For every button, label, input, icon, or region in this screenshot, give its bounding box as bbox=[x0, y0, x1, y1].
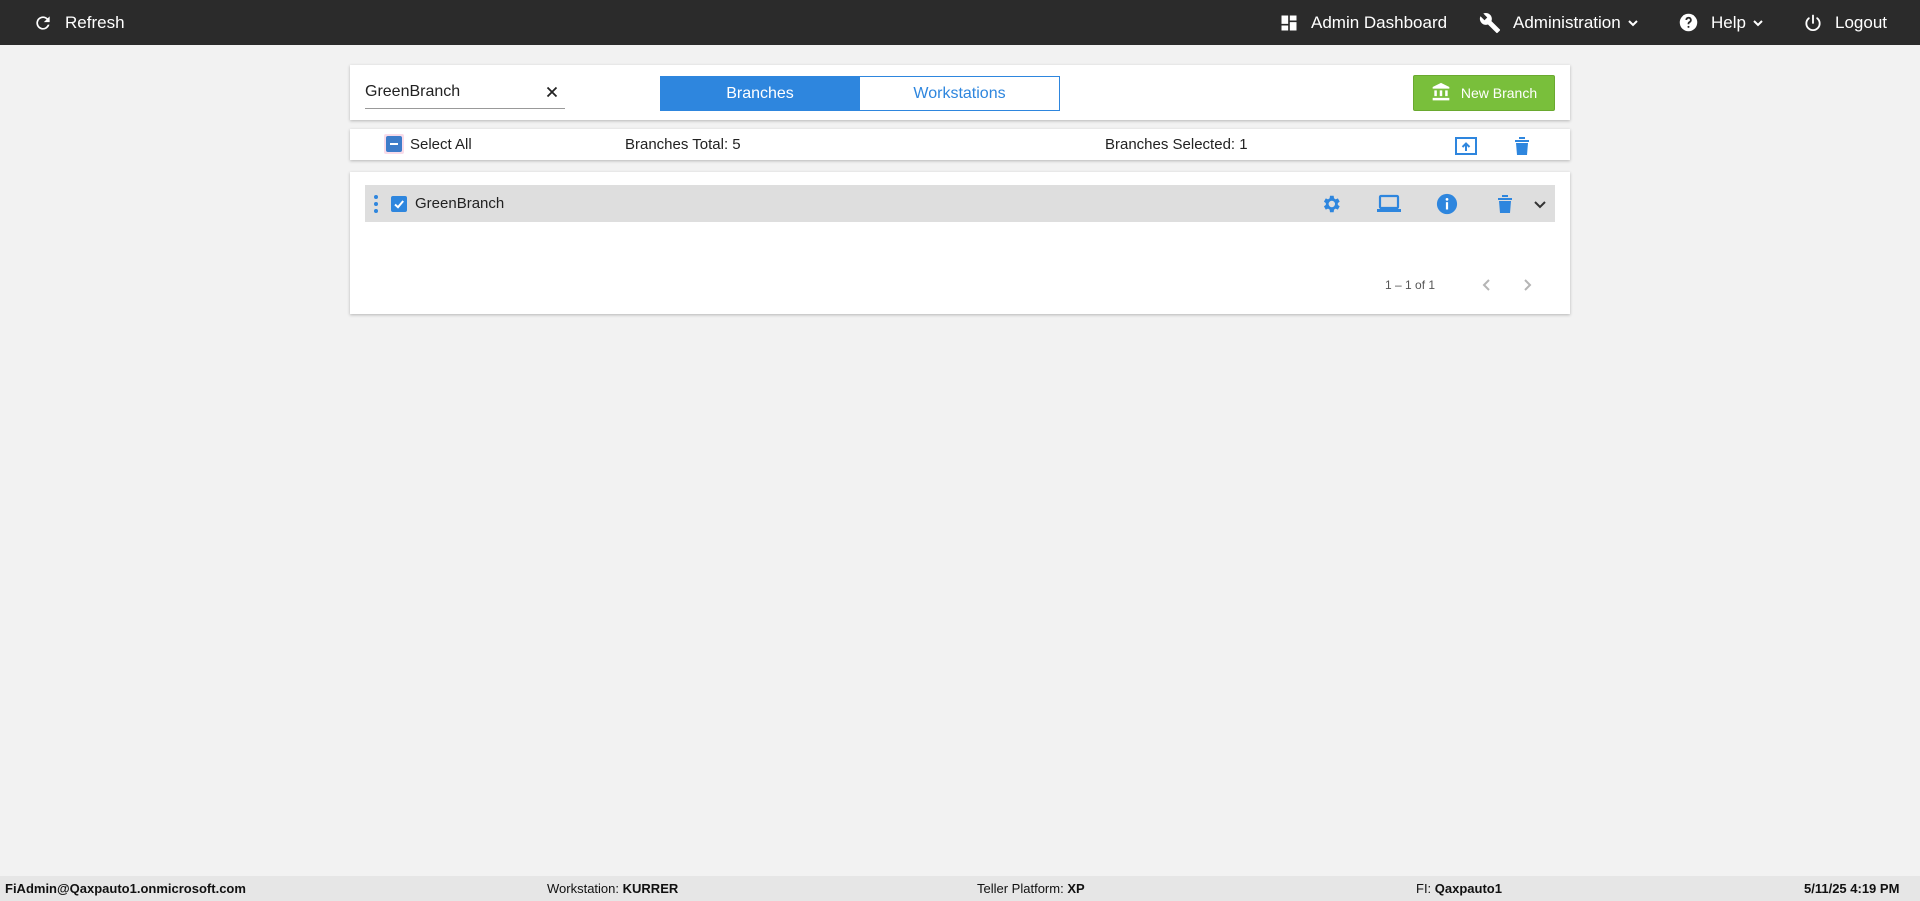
delete-icon[interactable] bbox=[1511, 135, 1533, 157]
view-toggle: Branches Workstations bbox=[660, 76, 1060, 111]
footer-user: FiAdmin@Qaxpauto1.onmicrosoft.com bbox=[5, 876, 246, 901]
settings-icon[interactable] bbox=[1319, 192, 1343, 216]
top-navigation-bar: Refresh Admin Dashboard Administration H… bbox=[0, 0, 1920, 45]
search-field bbox=[365, 77, 565, 109]
refresh-label: Refresh bbox=[65, 12, 125, 32]
admin-dashboard-label: Admin Dashboard bbox=[1311, 12, 1448, 32]
help-icon bbox=[1678, 12, 1699, 33]
previous-page-icon[interactable] bbox=[1475, 273, 1499, 297]
new-branch-label: New Branch bbox=[1460, 85, 1538, 101]
select-all-checkbox[interactable] bbox=[386, 136, 402, 152]
selection-bar: Select All Branches Total: 5 Branches Se… bbox=[350, 129, 1570, 160]
branch-name: GreenBranch bbox=[415, 195, 505, 212]
logout-button[interactable]: Logout bbox=[1803, 0, 1887, 45]
teller-platform-label: Teller Platform: bbox=[977, 881, 1064, 896]
new-branch-button[interactable]: New Branch bbox=[1413, 75, 1555, 111]
footer-teller-platform: Teller Platform: XP bbox=[977, 876, 1085, 901]
branch-list-card: GreenBranch 1 – 1 of 1 bbox=[350, 172, 1570, 314]
workstation-value: KURRER bbox=[622, 881, 679, 896]
laptop-icon[interactable] bbox=[1377, 192, 1401, 216]
refresh-icon bbox=[33, 13, 53, 33]
admin-dashboard-link[interactable]: Admin Dashboard bbox=[1279, 0, 1447, 45]
help-menu[interactable]: Help bbox=[1678, 0, 1764, 45]
footer-datetime: 5/11/25 4:19 PM bbox=[1804, 876, 1899, 901]
branches-total: Branches Total: 5 bbox=[625, 136, 741, 153]
chevron-down-icon bbox=[1627, 17, 1639, 29]
pagination-range: 1 – 1 of 1 bbox=[1385, 278, 1436, 292]
info-icon[interactable] bbox=[1435, 192, 1459, 216]
branch-toolbar-card: Branches Workstations New Branch bbox=[350, 65, 1570, 120]
tab-branches[interactable]: Branches bbox=[660, 76, 860, 111]
chevron-down-icon[interactable] bbox=[1528, 192, 1552, 216]
logout-label: Logout bbox=[1835, 12, 1887, 32]
dashboard-icon bbox=[1279, 13, 1299, 33]
teller-platform-value: XP bbox=[1067, 881, 1085, 896]
workstation-label: Workstation: bbox=[547, 881, 620, 896]
select-all-label: Select All bbox=[410, 136, 472, 153]
help-label: Help bbox=[1711, 12, 1746, 32]
chevron-down-icon bbox=[1752, 17, 1764, 29]
branches-selected: Branches Selected: 1 bbox=[1105, 136, 1248, 153]
delete-icon[interactable] bbox=[1493, 192, 1517, 216]
datetime-value: 5/11/25 4:19 PM bbox=[1804, 881, 1900, 896]
drag-handle-icon[interactable] bbox=[373, 194, 381, 214]
table-row[interactable]: GreenBranch bbox=[365, 185, 1555, 222]
search-input[interactable] bbox=[365, 77, 535, 107]
administration-label: Administration bbox=[1513, 12, 1621, 32]
bank-icon bbox=[1431, 82, 1451, 105]
refresh-button[interactable]: Refresh bbox=[33, 0, 125, 45]
status-footer: FiAdmin@Qaxpauto1.onmicrosoft.com Workst… bbox=[0, 876, 1920, 901]
tab-workstations[interactable]: Workstations bbox=[860, 76, 1060, 111]
footer-workstation: Workstation: KURRER bbox=[547, 876, 678, 901]
upload-icon[interactable] bbox=[1455, 135, 1477, 157]
fi-label: FI: bbox=[1416, 881, 1432, 896]
user-email: FiAdmin@Qaxpauto1.onmicrosoft.com bbox=[5, 881, 246, 896]
administration-menu[interactable]: Administration bbox=[1479, 0, 1639, 45]
fi-value: Qaxpauto1 bbox=[1434, 881, 1502, 896]
next-page-icon[interactable] bbox=[1515, 273, 1539, 297]
footer-fi: FI: Qaxpauto1 bbox=[1416, 876, 1502, 901]
row-checkbox[interactable] bbox=[391, 196, 407, 212]
close-icon[interactable] bbox=[541, 81, 563, 103]
power-icon bbox=[1803, 13, 1823, 33]
wrench-icon bbox=[1479, 12, 1501, 34]
